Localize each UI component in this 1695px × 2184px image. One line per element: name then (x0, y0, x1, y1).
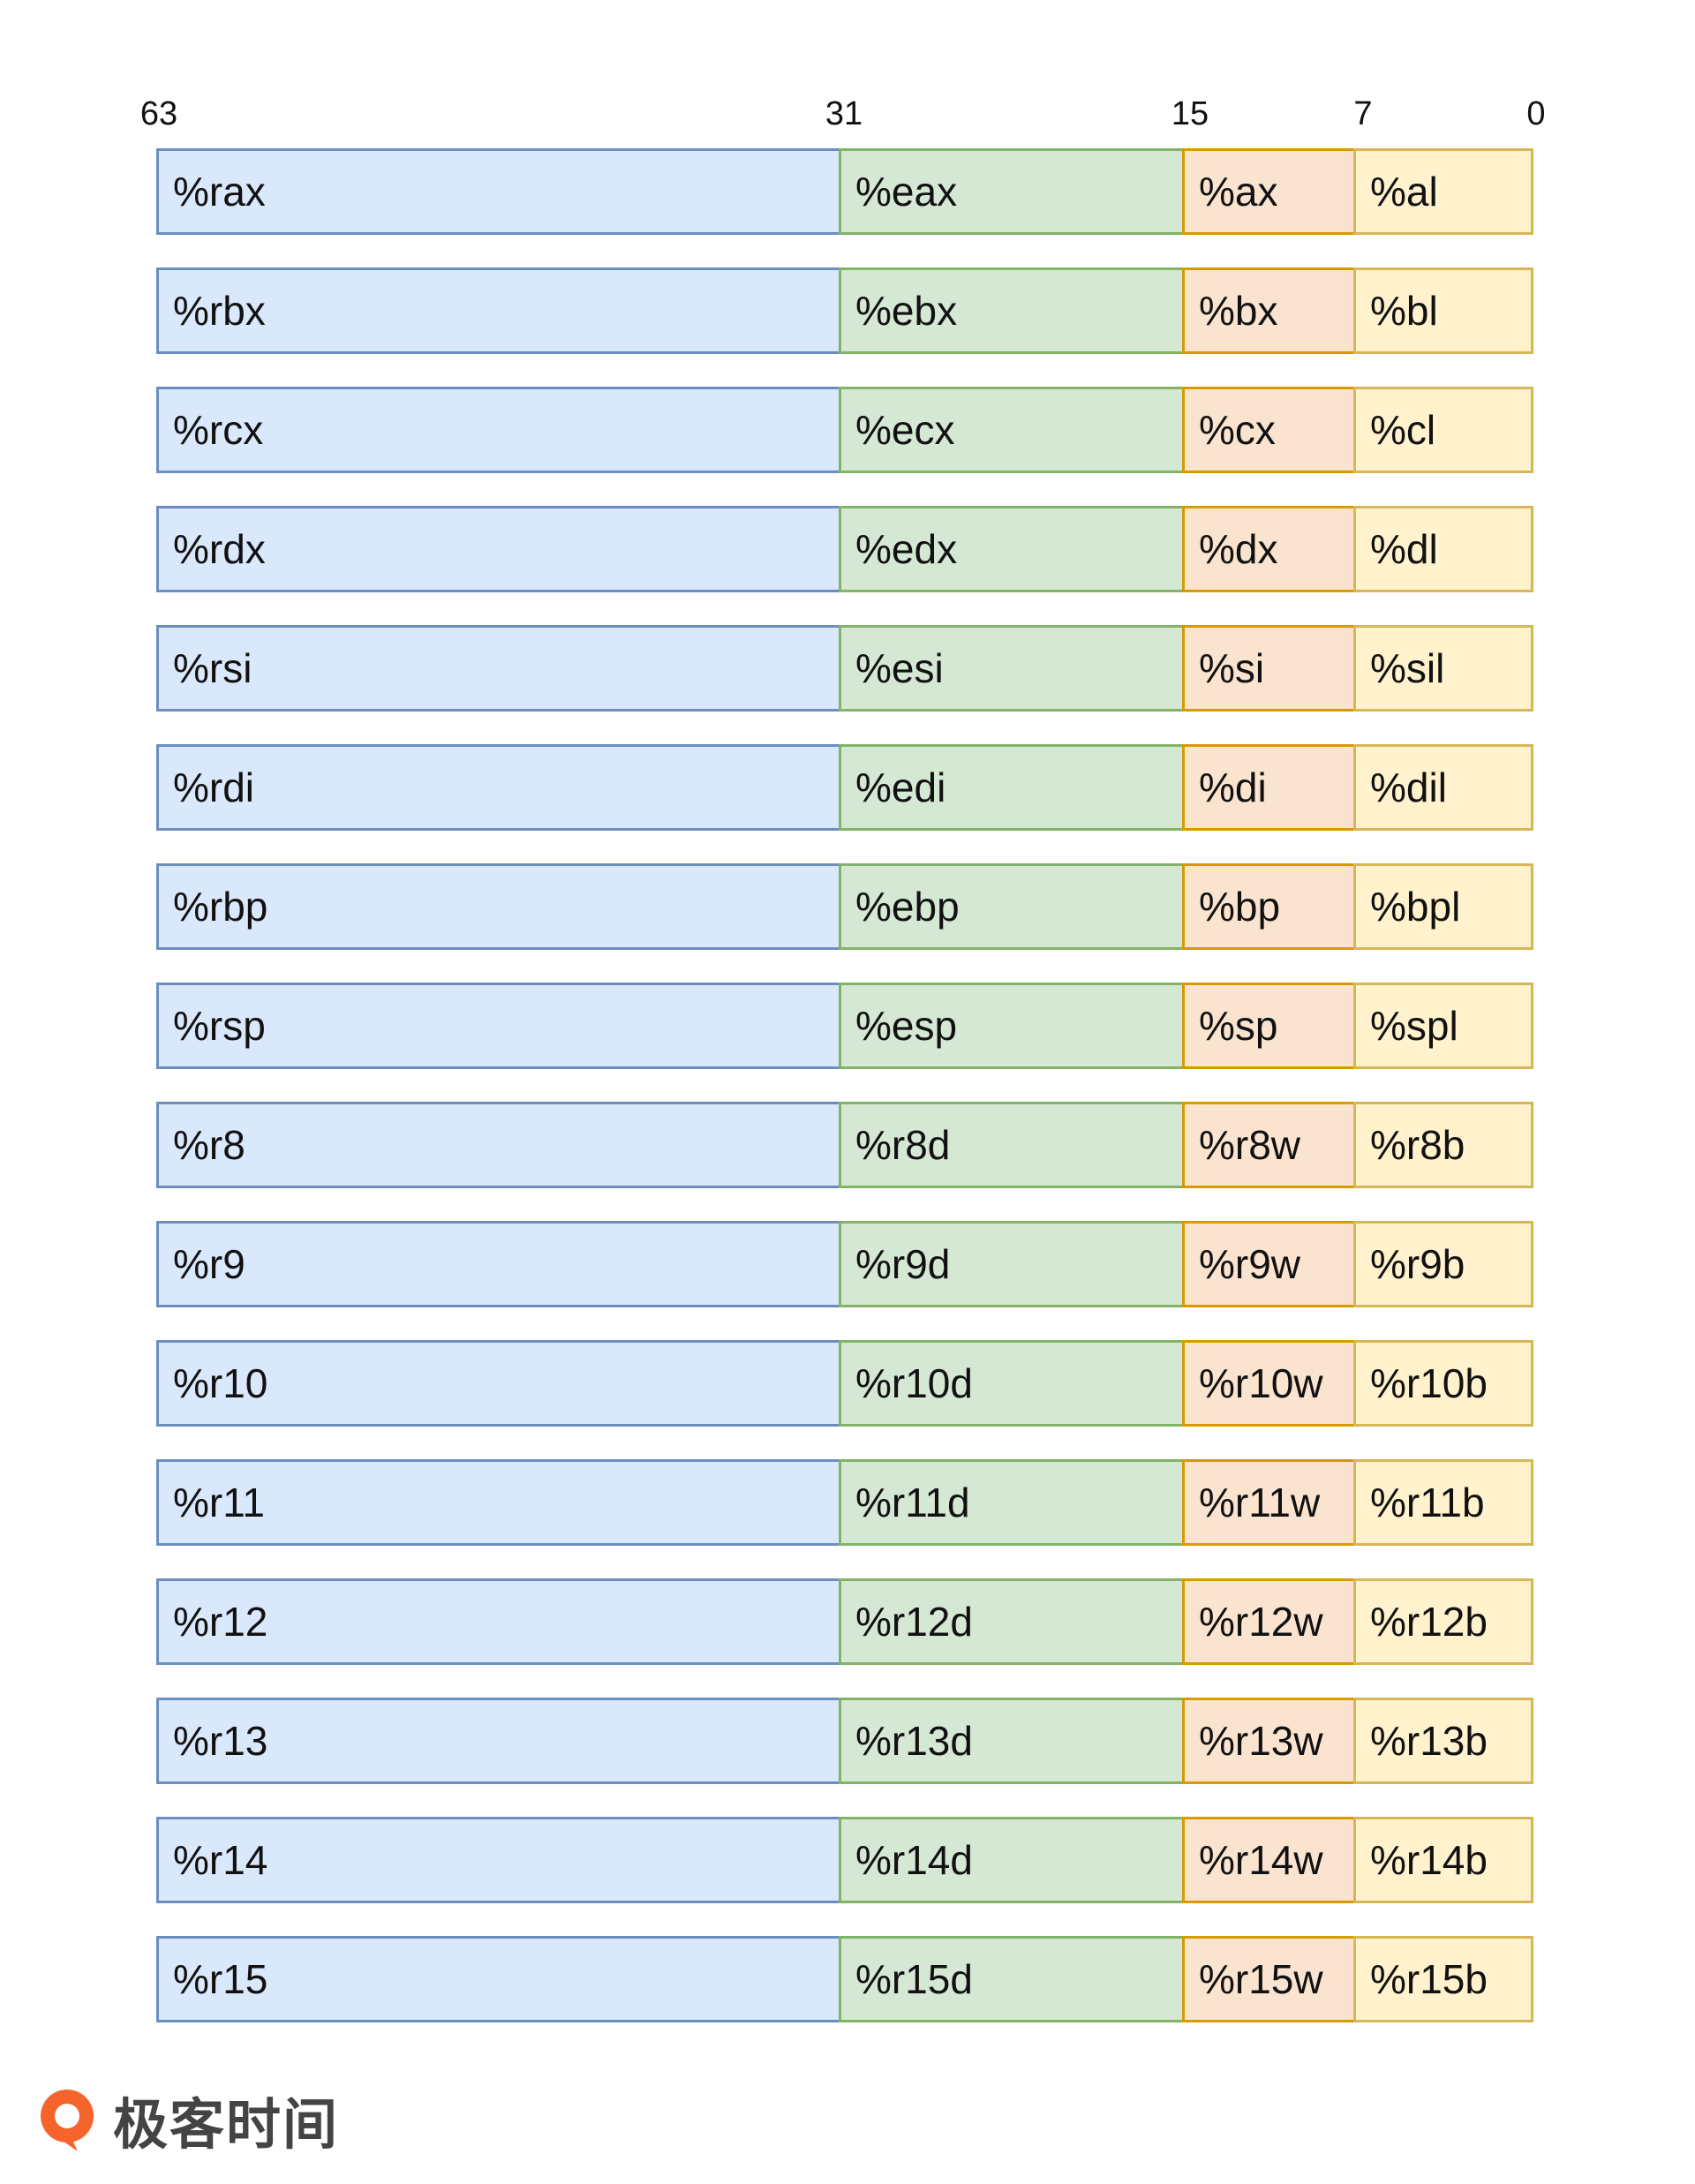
register-32bit-cell: %r15d (839, 1936, 1185, 2022)
register-16bit-cell: %di (1182, 744, 1356, 831)
register-64bit-cell: %r10 (156, 1340, 841, 1427)
register-32bit-cell: %ebp (839, 863, 1185, 950)
register-row: %r10 %r10d %r10w %r10b (156, 1340, 1533, 1427)
register-8bit-cell: %r8b (1353, 1102, 1533, 1188)
register-64bit-cell: %r8 (156, 1102, 841, 1188)
register-32bit-cell: %ecx (839, 387, 1185, 473)
register-32bit-cell: %r13d (839, 1698, 1185, 1784)
register-16bit-cell: %ax (1182, 148, 1356, 235)
register-8bit-cell: %r14b (1353, 1817, 1533, 1903)
register-row: %rcx %ecx %cx %cl (156, 387, 1533, 473)
register-8bit-cell: %sil (1353, 625, 1533, 712)
bit-label-7: 7 (1353, 95, 1373, 132)
register-64bit-cell: %rax (156, 148, 841, 235)
register-32bit-cell: %r10d (839, 1340, 1185, 1427)
geektime-logo-icon (41, 2090, 94, 2151)
register-8bit-cell: %r12b (1353, 1578, 1533, 1665)
register-64bit-cell: %r12 (156, 1578, 841, 1665)
register-16bit-cell: %sp (1182, 983, 1356, 1069)
logo-text: 极客时间 (113, 2092, 340, 2157)
register-16bit-cell: %si (1182, 625, 1356, 712)
register-row: %r9 %r9d %r9w %r9b (156, 1221, 1533, 1307)
register-8bit-cell: %r15b (1353, 1936, 1533, 2022)
register-8bit-cell: %r11b (1353, 1459, 1533, 1546)
register-row: %rdi %edi %di %dil (156, 744, 1533, 831)
register-16bit-cell: %cx (1182, 387, 1356, 473)
bit-label-0: 0 (1526, 95, 1546, 132)
register-16bit-cell: %r11w (1182, 1459, 1356, 1546)
logo: 极客时间 (34, 2080, 339, 2159)
register-row: %rax %eax %ax %al (156, 148, 1533, 235)
register-16bit-cell: %r8w (1182, 1102, 1356, 1188)
register-row: %r11 %r11d %r11w %r11b (156, 1459, 1533, 1546)
register-8bit-cell: %bl (1353, 267, 1533, 354)
bit-label-31: 31 (825, 95, 863, 132)
register-64bit-cell: %rcx (156, 387, 841, 473)
register-64bit-cell: %rdi (156, 744, 841, 831)
register-64bit-cell: %r9 (156, 1221, 841, 1307)
register-row: %rdx %edx %dx %dl (156, 506, 1533, 592)
register-row: %rsp %esp %sp %spl (156, 983, 1533, 1069)
register-16bit-cell: %r15w (1182, 1936, 1356, 2022)
register-16bit-cell: %r10w (1182, 1340, 1356, 1427)
register-64bit-cell: %r11 (156, 1459, 841, 1546)
register-32bit-cell: %r8d (839, 1102, 1185, 1188)
register-8bit-cell: %al (1353, 148, 1533, 235)
bit-label-63: 63 (139, 95, 178, 132)
register-8bit-cell: %dl (1353, 506, 1533, 592)
register-row: %r12 %r12d %r12w %r12b (156, 1578, 1533, 1665)
register-32bit-cell: %r11d (839, 1459, 1185, 1546)
register-row: %rsi %esi %si %sil (156, 625, 1533, 712)
register-8bit-cell: %cl (1353, 387, 1533, 473)
register-16bit-cell: %r12w (1182, 1578, 1356, 1665)
register-row: %rbp %ebp %bp %bpl (156, 863, 1533, 950)
register-64bit-cell: %rdx (156, 506, 841, 592)
register-32bit-cell: %r14d (839, 1817, 1185, 1903)
register-8bit-cell: %r10b (1353, 1340, 1533, 1427)
register-row: %r8 %r8d %r8w %r8b (156, 1102, 1533, 1188)
register-16bit-cell: %dx (1182, 506, 1356, 592)
register-16bit-cell: %bx (1182, 267, 1356, 354)
register-32bit-cell: %r12d (839, 1578, 1185, 1665)
register-32bit-cell: %edx (839, 506, 1185, 592)
register-64bit-cell: %r14 (156, 1817, 841, 1903)
register-row: %rbx %ebx %bx %bl (156, 267, 1533, 354)
register-64bit-cell: %rsp (156, 983, 841, 1069)
register-row: %r13 %r13d %r13w %r13b (156, 1698, 1533, 1784)
register-32bit-cell: %esp (839, 983, 1185, 1069)
register-16bit-cell: %r14w (1182, 1817, 1356, 1903)
register-64bit-cell: %rsi (156, 625, 841, 712)
register-8bit-cell: %dil (1353, 744, 1533, 831)
register-64bit-cell: %rbx (156, 267, 841, 354)
register-8bit-cell: %spl (1353, 983, 1533, 1069)
register-16bit-cell: %bp (1182, 863, 1356, 950)
register-row: %r14 %r14d %r14w %r14b (156, 1817, 1533, 1903)
register-32bit-cell: %eax (839, 148, 1185, 235)
register-32bit-cell: %esi (839, 625, 1185, 712)
bit-label-15: 15 (1171, 95, 1209, 132)
register-row: %r15 %r15d %r15w %r15b (156, 1936, 1533, 2022)
register-8bit-cell: %r9b (1353, 1221, 1533, 1307)
register-16bit-cell: %r13w (1182, 1698, 1356, 1784)
register-32bit-cell: %edi (839, 744, 1185, 831)
register-8bit-cell: %bpl (1353, 863, 1533, 950)
register-32bit-cell: %ebx (839, 267, 1185, 354)
register-32bit-cell: %r9d (839, 1221, 1185, 1307)
register-64bit-cell: %r13 (156, 1698, 841, 1784)
register-16bit-cell: %r9w (1182, 1221, 1356, 1307)
register-64bit-cell: %rbp (156, 863, 841, 950)
register-64bit-cell: %r15 (156, 1936, 841, 2022)
register-8bit-cell: %r13b (1353, 1698, 1533, 1784)
register-table: %rax %eax %ax %al %rbx %ebx %bx %bl %rcx %ecx %cx%… (156, 148, 1533, 2055)
